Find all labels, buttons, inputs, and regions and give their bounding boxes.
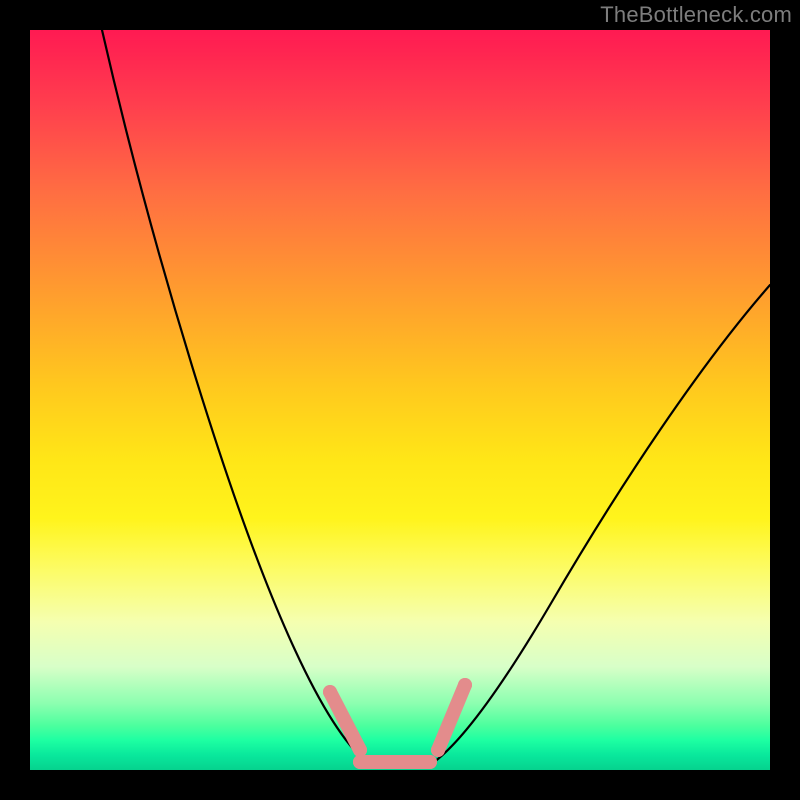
highlight-dot-floor-left bbox=[353, 755, 367, 769]
highlight-dot-left-top bbox=[323, 685, 337, 699]
curve-svg bbox=[30, 30, 770, 770]
highlight-dot-right-bottom bbox=[431, 743, 445, 757]
highlight-dot-left-bottom bbox=[353, 743, 367, 757]
highlight-right bbox=[438, 685, 465, 750]
left-branch-curve bbox=[102, 30, 370, 765]
highlight-left bbox=[330, 692, 360, 750]
highlight-dot-floor-right bbox=[423, 755, 437, 769]
chart-frame: TheBottleneck.com bbox=[0, 0, 800, 800]
right-branch-curve bbox=[430, 285, 770, 765]
highlight-dot-right-top bbox=[458, 678, 472, 692]
watermark-text: TheBottleneck.com bbox=[600, 2, 792, 28]
plot-area bbox=[30, 30, 770, 770]
